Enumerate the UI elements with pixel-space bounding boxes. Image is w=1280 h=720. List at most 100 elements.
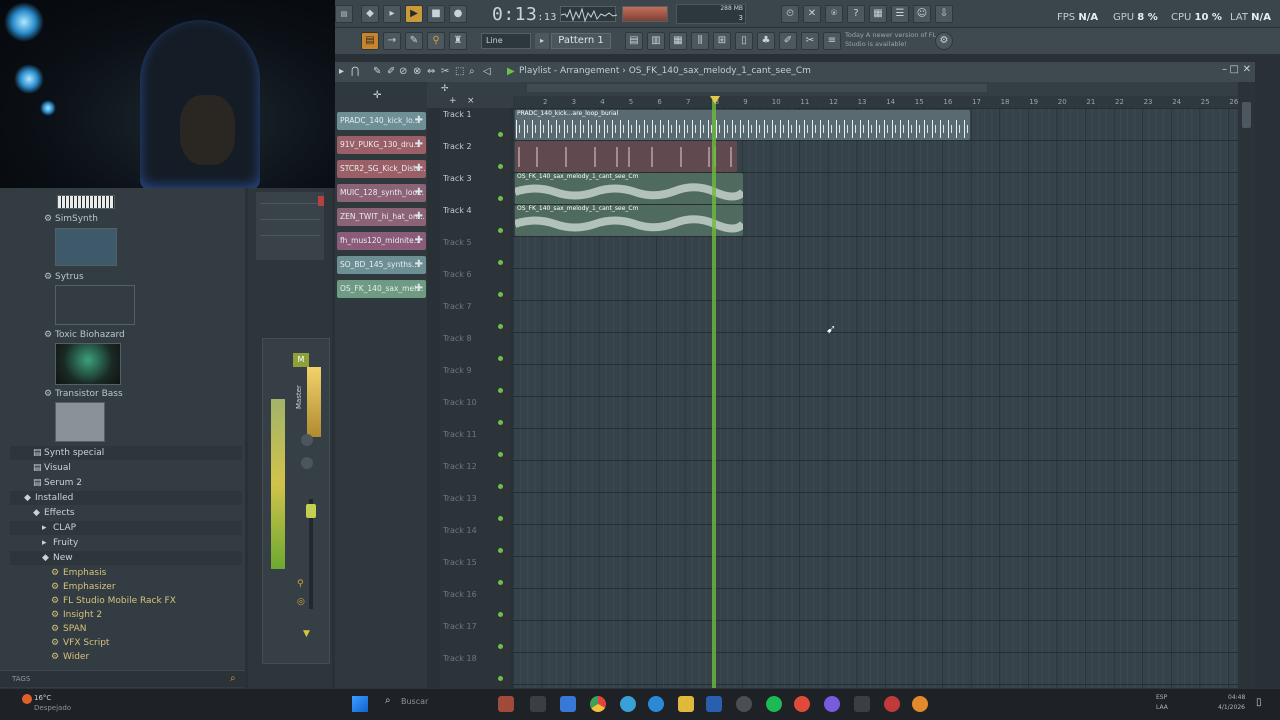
effect-span[interactable]: SPAN <box>63 624 86 634</box>
clip-drum-hits[interactable] <box>515 141 737 172</box>
track-name[interactable]: Track 11 <box>443 430 477 439</box>
select-icon[interactable]: ⬚ <box>455 66 464 77</box>
vertical-scrollbar[interactable] <box>1238 82 1255 688</box>
chrome-icon[interactable] <box>590 696 606 712</box>
metronome-icon[interactable]: ⏲ <box>781 5 799 23</box>
channel-button[interactable]: MUIC_128_synth_loo... ✚ <box>337 184 426 202</box>
track-mute-led[interactable] <box>498 452 503 457</box>
delete-icon[interactable]: ⊘ <box>399 66 407 77</box>
arrow-icon[interactable]: → <box>383 32 401 50</box>
browser-icon[interactable]: ⊞ <box>713 32 731 50</box>
close-icon[interactable]: ✕ <box>1243 64 1251 75</box>
folder-clap[interactable]: CLAP <box>53 523 76 533</box>
news-panel[interactable]: Today A newer version of FL Studio is av… <box>845 31 945 51</box>
windows-start-icon[interactable] <box>352 696 368 712</box>
zoom-icon[interactable]: ⌕ <box>469 66 475 77</box>
track-mute-led[interactable] <box>498 228 503 233</box>
help-icon[interactable]: ? <box>847 5 865 23</box>
save-icon[interactable]: ▦ <box>869 5 887 23</box>
channel-add-icon[interactable]: ✚ <box>415 232 423 250</box>
track-name[interactable]: Track 8 <box>443 334 472 343</box>
plugin-transistor-bass[interactable]: Transistor Bass <box>55 389 123 399</box>
tags-bar[interactable]: TAGS ⌕ <box>0 670 245 687</box>
app-icon[interactable] <box>794 696 810 712</box>
notes-icon[interactable]: ≡ <box>823 32 841 50</box>
track-mute-led[interactable] <box>498 548 503 553</box>
channel-button[interactable]: SO_BD_145_synths... ✚ <box>337 256 426 274</box>
channel-button[interactable]: fh_mus120_midnite... ✚ <box>337 232 426 250</box>
chat-icon[interactable]: ☺ <box>913 5 931 23</box>
download-icon[interactable]: ⇩ <box>935 5 953 23</box>
app-icon[interactable] <box>560 696 576 712</box>
search-icon[interactable]: ⌕ <box>230 673 236 684</box>
stamp-icon[interactable]: ♜ <box>449 32 467 50</box>
folder-synth-special[interactable]: Synth special <box>44 448 104 458</box>
folder-visual[interactable]: Visual <box>44 463 71 473</box>
stop-icon[interactable]: ■ <box>427 5 445 23</box>
channel-button[interactable]: STCR2_SG_Kick_Dista... ✚ <box>337 160 426 178</box>
record-icon[interactable]: ● <box>449 5 467 23</box>
paint-icon[interactable]: ✐ <box>387 66 395 77</box>
wait-icon[interactable]: ✕ <box>803 5 821 23</box>
track-name[interactable]: Track 18 <box>443 654 477 663</box>
channel-button[interactable]: PRADC_140_kick_lo... ✚ <box>337 112 426 130</box>
effect-insight-2[interactable]: Insight 2 <box>63 610 102 620</box>
app-icon[interactable] <box>912 696 928 712</box>
slip-icon[interactable]: ⇔ <box>427 66 435 77</box>
file-icon[interactable]: ▯ <box>735 32 753 50</box>
pattern-select[interactable]: Pattern 1 <box>551 33 611 49</box>
mic-icon[interactable]: ⍟ <box>825 5 843 23</box>
channel-add-icon[interactable]: ✚ <box>415 136 423 154</box>
mixer-icon[interactable]: ☰ <box>891 5 909 23</box>
step-icon[interactable]: ▸ <box>383 5 401 23</box>
app-icon[interactable] <box>706 696 722 712</box>
channel-add-icon[interactable]: ✚ <box>415 208 423 226</box>
notification-icon[interactable]: ▯ <box>1256 697 1262 708</box>
app-icon[interactable] <box>854 696 870 712</box>
plus-icon[interactable]: + <box>449 96 457 106</box>
search-icon[interactable]: ⌕ <box>385 695 391 706</box>
taskbar-search[interactable]: Buscar <box>401 697 428 706</box>
edge-icon[interactable] <box>648 696 664 712</box>
playback-icon[interactable]: ◁ <box>483 66 491 77</box>
track-name[interactable]: Track 17 <box>443 622 477 631</box>
clip-sax-melody[interactable]: OS_FK_140_sax_melody_1_cant_see_Cm <box>515 173 743 204</box>
track-name[interactable]: Track 13 <box>443 494 477 503</box>
track-mute-led[interactable] <box>498 612 503 617</box>
settings-icon[interactable]: ⚙ <box>935 32 953 50</box>
plugin-icon[interactable]: ♣ <box>757 32 775 50</box>
timeline-ruler[interactable] <box>513 96 1238 108</box>
route-icon[interactable]: ⚲ <box>297 579 304 589</box>
folder-icon[interactable] <box>678 696 694 712</box>
track-mute-led[interactable] <box>498 420 503 425</box>
track-mute-led[interactable] <box>498 484 503 489</box>
track-mute-led[interactable] <box>498 196 503 201</box>
menu-arrow-icon[interactable]: ▸ <box>339 66 344 77</box>
clip-kick-loop[interactable]: PRADC_140_kick...are_loop_burial <box>515 110 970 140</box>
plugin-simsynth[interactable]: SimSynth <box>55 214 98 224</box>
mute-icon[interactable]: ⊗ <box>413 66 421 77</box>
overview-scrollbar[interactable] <box>527 84 987 92</box>
channel-add-icon[interactable]: ✚ <box>415 280 423 298</box>
channel-rack-icon[interactable]: ▦ <box>669 32 687 50</box>
clock-time[interactable]: 04:48 <box>1228 694 1245 701</box>
channel-add-icon[interactable]: ✚ <box>415 184 423 202</box>
pattern-prev-icon[interactable]: ▸ <box>535 33 549 49</box>
volume-fader-knob[interactable] <box>306 504 316 518</box>
slice-icon[interactable]: ✂ <box>441 66 449 77</box>
track-mute-led[interactable] <box>498 324 503 329</box>
mixer-view-icon[interactable]: ⫼ <box>691 32 709 50</box>
pencil-icon[interactable]: ✎ <box>405 32 423 50</box>
maximize-icon[interactable]: □ <box>1230 64 1239 75</box>
stereo-knob[interactable] <box>301 457 313 469</box>
brush-icon[interactable]: ✐ <box>779 32 797 50</box>
playhead-marker[interactable] <box>710 96 720 104</box>
track-name[interactable]: Track 7 <box>443 302 472 311</box>
track-mute-led[interactable] <box>498 516 503 521</box>
app-icon[interactable] <box>884 696 900 712</box>
folder-new[interactable]: New <box>53 553 73 563</box>
track-mute-led[interactable] <box>498 644 503 649</box>
channel-add-icon[interactable]: ✚ <box>415 160 423 178</box>
channel-button[interactable]: OS_FK_140_sax_mel... ✚ <box>337 280 426 298</box>
master-track-label[interactable]: M <box>293 353 309 367</box>
